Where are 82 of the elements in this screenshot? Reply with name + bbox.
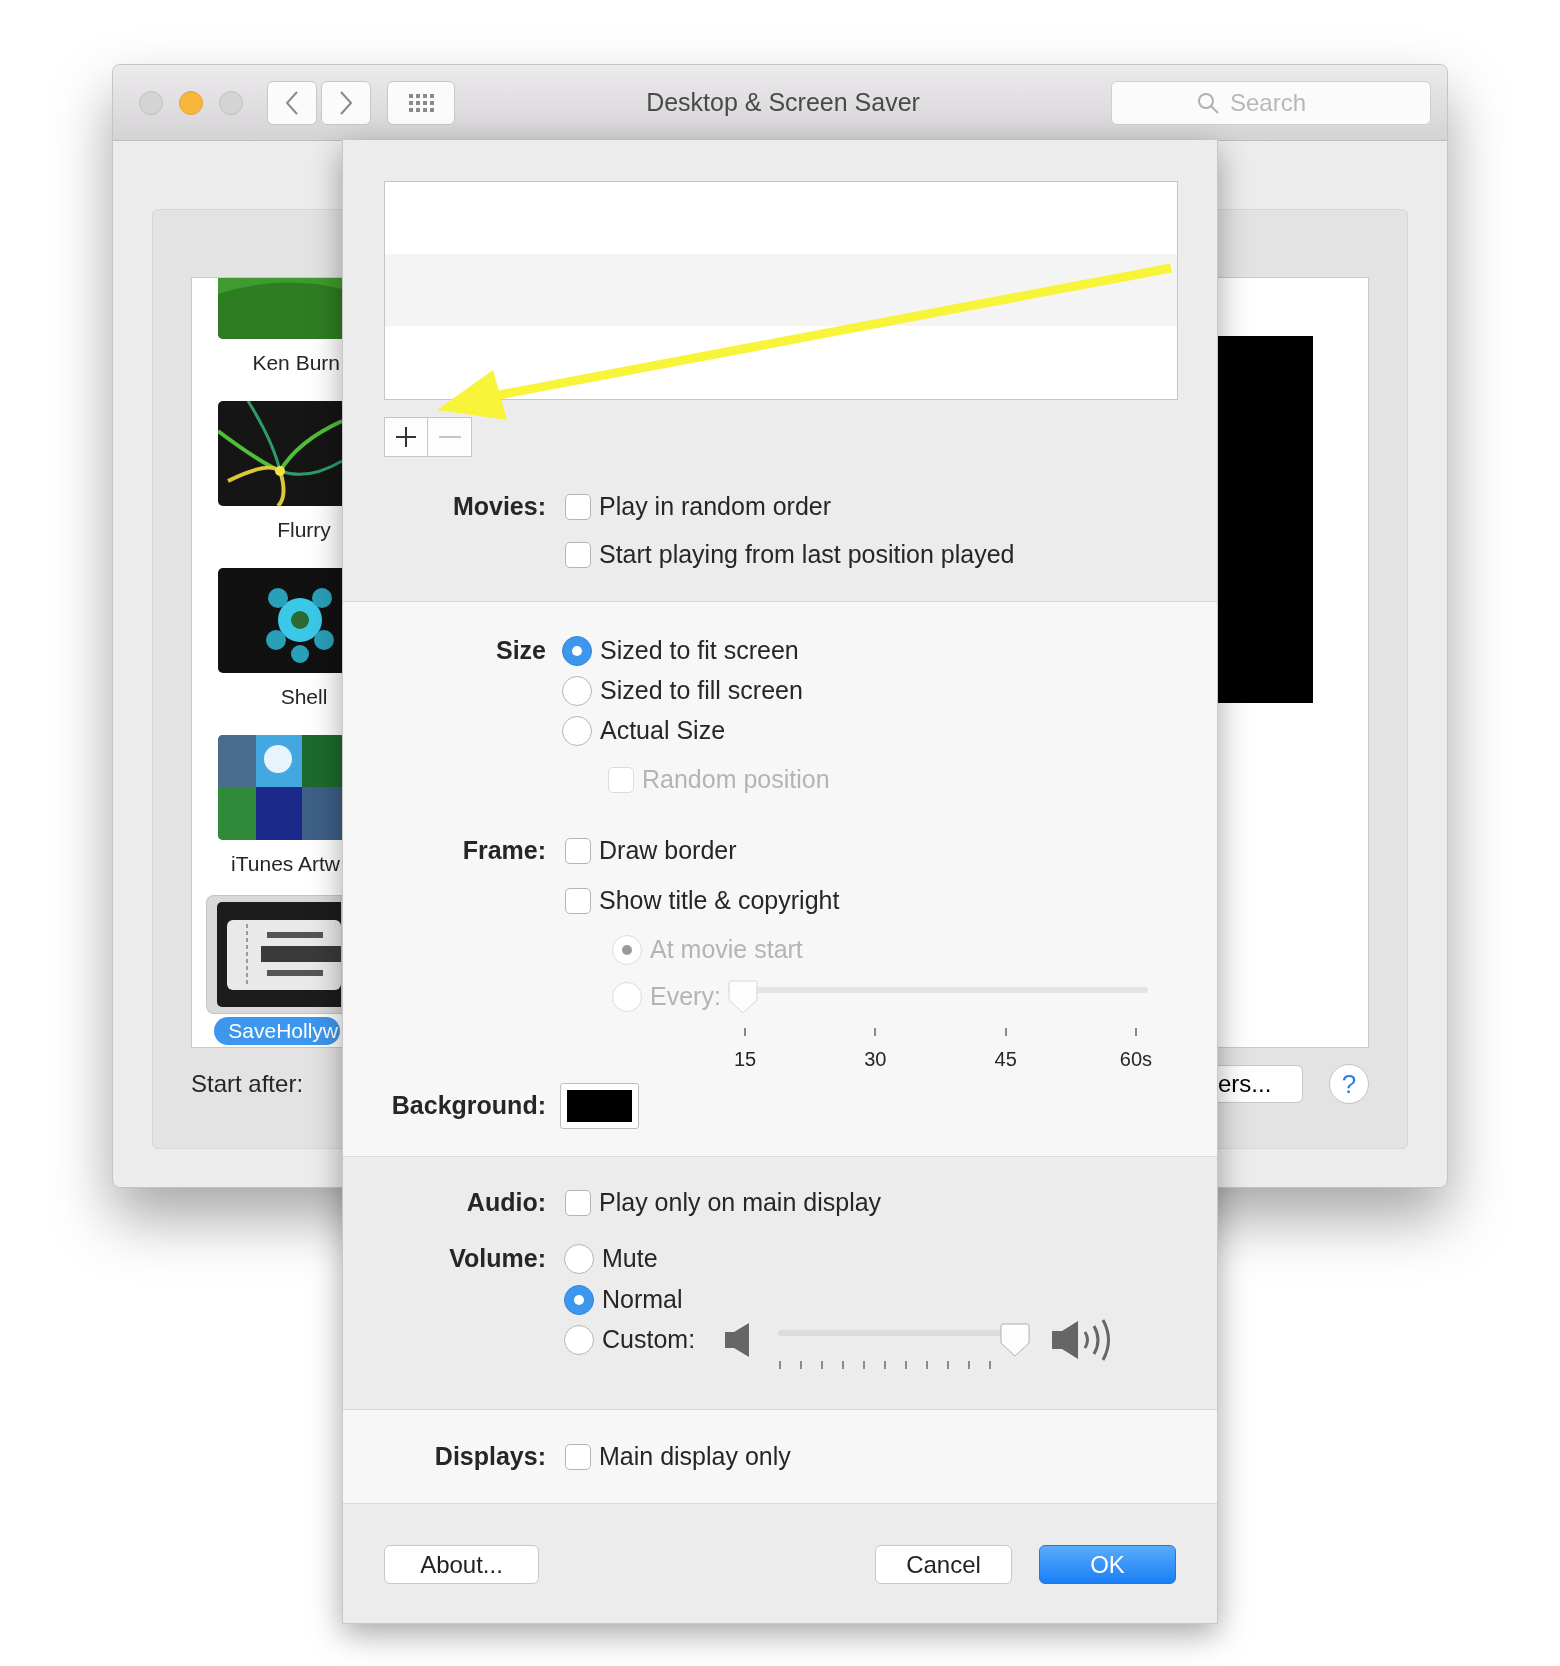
radio-button[interactable]	[564, 1325, 594, 1355]
radio-label: Sized to fit screen	[600, 635, 799, 667]
speaker-icon	[725, 1323, 752, 1357]
checkbox[interactable]	[565, 1190, 591, 1216]
checkbox-label: Play in random order	[599, 491, 832, 523]
radio-button[interactable]	[562, 716, 592, 746]
radio-button[interactable]	[564, 1285, 594, 1315]
slider-thumb[interactable]	[1000, 1323, 1031, 1357]
tick-label: 30	[864, 1047, 887, 1072]
checkbox[interactable]	[565, 888, 591, 914]
cancel-button[interactable]: Cancel	[875, 1545, 1012, 1584]
tick-mark	[800, 1361, 803, 1369]
tick-mark	[926, 1361, 929, 1369]
tick-mark	[842, 1361, 845, 1369]
tick-mark	[1135, 1028, 1137, 1036]
radio-button[interactable]	[564, 1244, 594, 1274]
tick-mark	[884, 1361, 887, 1369]
forward-button[interactable]	[321, 80, 371, 125]
back-button[interactable]	[267, 80, 317, 125]
color-well[interactable]	[560, 1083, 639, 1129]
field-label: Background:	[391, 1091, 546, 1120]
checkbox-label: Main display only	[599, 1441, 791, 1473]
field-label: Frame:	[462, 836, 546, 865]
tick-mark	[821, 1361, 824, 1369]
tick-mark	[947, 1361, 950, 1369]
close-button[interactable]	[139, 90, 163, 115]
tick-label: 60s	[1119, 1047, 1153, 1072]
tick-mark	[905, 1361, 908, 1369]
radio-label: Normal	[602, 1284, 683, 1316]
slider[interactable]	[728, 980, 1148, 1014]
minimize-button[interactable]	[179, 90, 203, 115]
checkbox-label: Random position	[642, 764, 830, 796]
screen-saver-name[interactable]: Ken Burn	[252, 351, 340, 375]
tick-mark	[779, 1361, 782, 1369]
checkbox-label: Start playing from last position played	[599, 539, 1015, 571]
radio-label: Actual Size	[600, 715, 726, 747]
checkbox-label: Play only on main display	[599, 1187, 882, 1219]
tick-mark	[968, 1361, 971, 1369]
window-title: Desktop & Screen Saver	[646, 87, 920, 116]
minus-icon	[438, 436, 461, 438]
tick-label: 45	[994, 1047, 1017, 1072]
checkbox-label: Show title & copyright	[599, 885, 840, 917]
field-label: Size	[495, 636, 546, 665]
search-field[interactable]: Search	[1111, 80, 1431, 125]
add-button[interactable]	[384, 417, 428, 457]
radio-label: Custom:	[602, 1324, 696, 1356]
checkbox[interactable]	[565, 838, 591, 864]
start-after-label: Start after:	[191, 1069, 304, 1099]
show-all-button[interactable]	[387, 80, 455, 125]
chevron-left-icon	[285, 89, 299, 116]
radio-button[interactable]	[562, 676, 592, 706]
field-label: Volume:	[449, 1244, 546, 1273]
radio-label: Every:	[650, 981, 721, 1013]
checkbox[interactable]	[565, 494, 591, 520]
field-label: Movies:	[452, 492, 546, 521]
help-button[interactable]: ?	[1329, 1064, 1369, 1104]
volume-slider[interactable]	[778, 1323, 1031, 1357]
tick-mark	[863, 1361, 866, 1369]
radio-label: At movie start	[650, 934, 803, 966]
screen-saver-name[interactable]: iTunes Artw	[231, 852, 340, 876]
about-button[interactable]: About...	[384, 1545, 539, 1584]
radio-button[interactable]	[562, 636, 592, 666]
checkbox[interactable]	[565, 1444, 591, 1470]
grid-icon	[408, 93, 434, 112]
field-label: Displays:	[434, 1442, 546, 1471]
tick-mark	[744, 1028, 746, 1036]
screen-saver-name[interactable]: Flurry	[277, 518, 331, 542]
checkbox-label: Draw border	[599, 835, 737, 867]
search-icon	[1197, 91, 1219, 114]
tick-mark	[1004, 1028, 1007, 1036]
radio-label: Sized to fill screen	[600, 675, 803, 707]
chevron-right-icon	[339, 89, 353, 116]
corners-button[interactable]: ers...	[1218, 1065, 1303, 1103]
zoom-button[interactable]	[219, 90, 243, 115]
checkbox[interactable]	[565, 542, 591, 568]
plus-icon	[395, 426, 417, 448]
screen-saver-name[interactable]: Shell	[280, 685, 328, 709]
tick-mark	[989, 1361, 992, 1369]
tick-mark	[874, 1028, 877, 1036]
field-label: Audio:	[466, 1188, 546, 1217]
tick-label: 15	[733, 1047, 757, 1072]
radio-label: Mute	[602, 1243, 658, 1275]
